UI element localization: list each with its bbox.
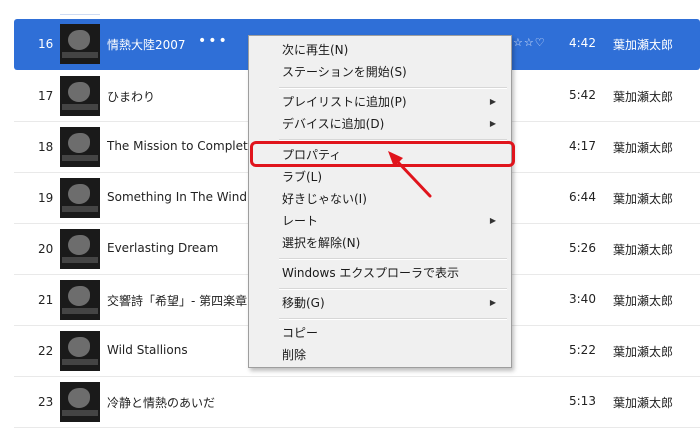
red-arrow-annotation — [388, 151, 432, 198]
